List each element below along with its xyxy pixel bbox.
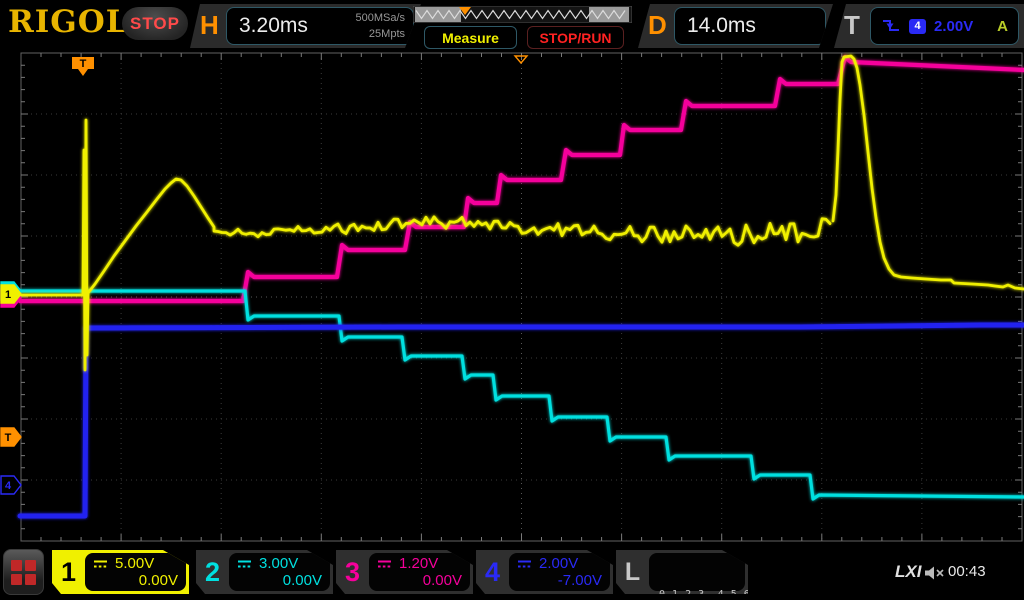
trigger-level-value: 2.00V <box>934 17 974 35</box>
graticule <box>20 52 1023 542</box>
channel-3-offset: 0.00V <box>422 572 462 589</box>
waveform-display: 231T4T <box>0 52 1024 542</box>
logic-label: L <box>624 557 641 586</box>
svg-text:T: T <box>5 432 12 444</box>
channel-3-number: 3 <box>344 556 361 587</box>
channel-4-number: 4 <box>484 556 501 587</box>
trigger-slope-icon <box>883 20 899 31</box>
trigger-level-marker[interactable]: T <box>0 427 22 447</box>
trigger-panel: T 4 2.00V A <box>834 4 1024 48</box>
sample-rate: 500MSa/s <box>355 12 405 24</box>
svg-text:4: 4 <box>5 480 12 492</box>
horizontal-panel: H 3.20ms 500MSa/s 25Mpts <box>190 4 421 48</box>
horizontal-label: H <box>200 10 219 40</box>
channel-2-offset: 0.00V <box>282 572 322 589</box>
run-state-badge[interactable]: STOP <box>122 7 188 40</box>
coupling-dc-icon <box>517 559 534 569</box>
clock: 00:43 <box>948 563 986 580</box>
channel-4-scale: 2.00V <box>539 555 579 572</box>
channel-2-box[interactable]: 2 3.00V 0.00V <box>196 550 333 594</box>
channel-1-box[interactable]: 1 5.00V 0.00V <box>52 550 189 594</box>
channel-1-offset: 0.00V <box>138 572 178 589</box>
offscreen-memory-region <box>415 7 461 22</box>
stop-run-button[interactable]: STOP/RUN <box>527 26 624 49</box>
channel-2-scale: 3.00V <box>259 555 299 572</box>
logic-row-1: 0 1 2 3 4 5 6 7 <box>659 589 764 600</box>
delay-control[interactable]: 14.0ms <box>674 7 826 45</box>
channel-1-number: 1 <box>60 556 77 587</box>
trigger-control[interactable]: 4 2.00V A <box>870 7 1019 45</box>
delay-label: D <box>648 10 667 40</box>
channel-2-number: 2 <box>204 556 221 587</box>
memory-depth: 25Mpts <box>368 27 405 40</box>
coupling-dc-icon <box>93 559 110 569</box>
delay-value: 14.0ms <box>687 14 756 37</box>
measure-button[interactable]: Measure <box>424 26 517 49</box>
rigol-logo: RIGOL <box>8 4 129 40</box>
traces <box>17 54 1024 519</box>
svg-text:1: 1 <box>5 289 11 301</box>
logic-channels-box[interactable]: L 0 1 2 3 4 5 6 7 8 9 1011 12131415 <box>616 550 748 594</box>
speaker-muted-icon <box>925 566 944 580</box>
trigger-position-flag[interactable]: T <box>72 57 94 76</box>
coupling-dc-icon <box>377 559 394 569</box>
lxi-status: LXI <box>895 562 922 581</box>
channel-3-box[interactable]: 3 1.20V 0.00V <box>336 550 473 594</box>
timebase-value: 3.20ms <box>239 14 308 37</box>
channel-1-scale: 5.00V <box>115 555 155 572</box>
ch2-trace <box>18 289 1024 501</box>
timebase-control[interactable]: 3.20ms 500MSa/s 25Mpts <box>226 7 414 45</box>
ch4-position-marker[interactable]: 4 <box>0 475 22 495</box>
channel-4-box[interactable]: 4 2.00V -7.00V <box>476 550 613 594</box>
coupling-dc-icon <box>237 559 254 569</box>
channel-3-scale: 1.20V <box>399 555 439 572</box>
menu-grid-icon <box>11 559 36 585</box>
top-bar: RIGOL STOP H 3.20ms 500MSa/s 25Mpts Meas… <box>0 0 1024 52</box>
trigger-sweep-mode: A <box>997 17 1008 35</box>
menu-button[interactable] <box>3 549 44 595</box>
trigger-source-badge: 4 <box>909 18 926 34</box>
bottom-bar: 1 5.00V 0.00V 2 3.00V 0.00V 3 1.20V 0.00… <box>0 546 1024 600</box>
svg-text:T: T <box>80 58 87 70</box>
trigger-label: T <box>844 10 860 40</box>
delay-panel: D 14.0ms <box>638 4 833 48</box>
oscilloscope-screen: 2 3 1 T 4 T RIGOL STOP H 3.20ms 500MSa/s 25Mp… <box>0 0 1024 600</box>
channel-4-offset: -7.00V <box>557 572 602 589</box>
memory-position-bar[interactable] <box>413 6 632 23</box>
